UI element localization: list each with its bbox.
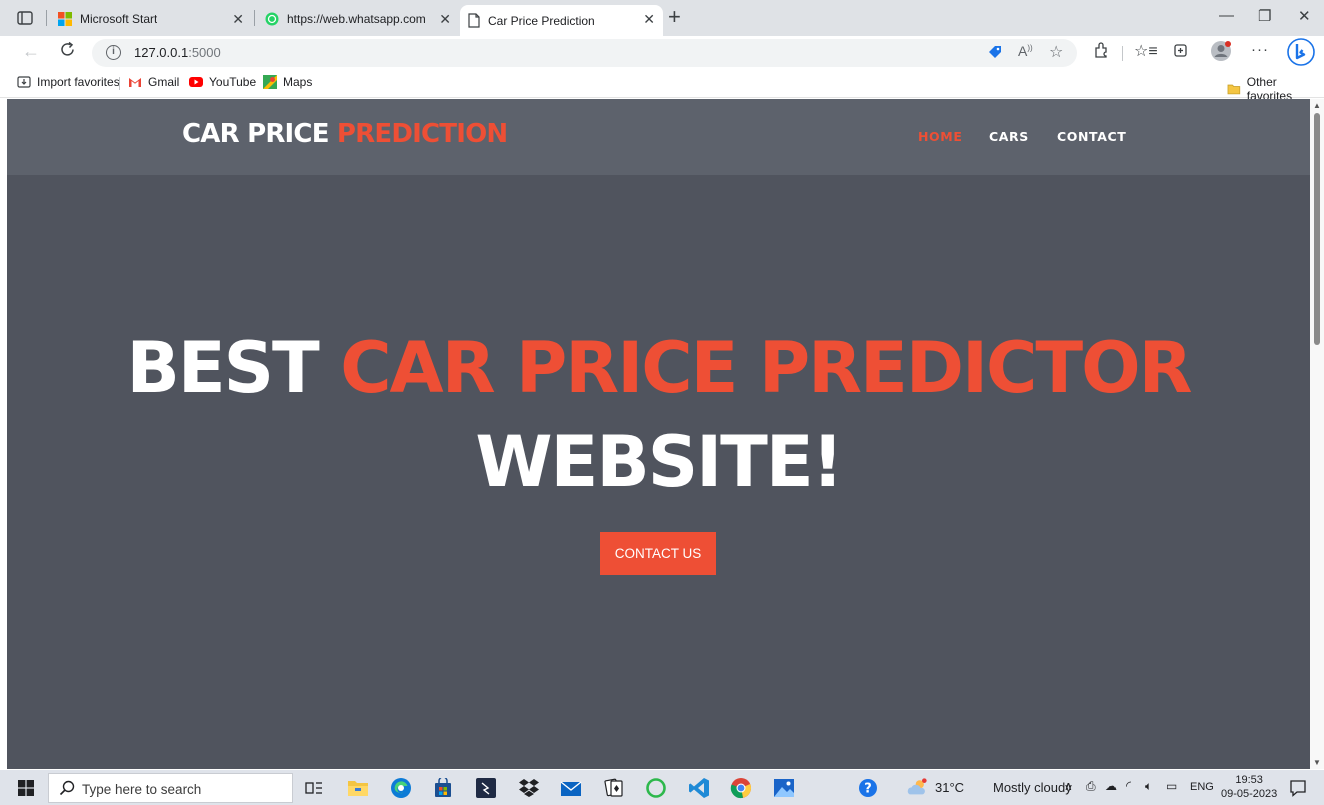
minimize-icon[interactable]: — <box>1219 7 1234 24</box>
tab-title: Microsoft Start <box>80 12 158 26</box>
hero-headline-line2: WEBSITE! <box>475 421 843 503</box>
gmail-icon <box>129 78 141 87</box>
import-icon <box>17 76 31 88</box>
refresh-icon[interactable] <box>59 41 76 63</box>
show-hidden-icons-chevron-icon[interactable]: ∧ <box>1064 779 1073 793</box>
restore-icon[interactable]: ❐ <box>1258 7 1271 25</box>
page-viewport: CAR PRICE PREDICTION HOME CARS CONTACT B… <box>7 99 1310 769</box>
microsoft-store-icon[interactable] <box>432 777 454 799</box>
tab-title: https://web.whatsapp.com <box>287 12 426 26</box>
coupon-tag-icon[interactable] <box>987 44 1003 64</box>
favorite-youtube[interactable]: YouTube <box>189 75 256 89</box>
battery-icon[interactable]: ▭ <box>1166 779 1177 793</box>
wifi-icon[interactable]: ◜ <box>1126 778 1131 794</box>
toolbar-separator <box>1122 46 1123 61</box>
help-icon[interactable]: ? <box>857 777 879 799</box>
tab-title: Car Price Prediction <box>488 13 595 28</box>
hero-headline: BEST CAR PRICE PREDICTOR <box>126 327 1192 409</box>
url-text[interactable]: 127.0.0.1:5000 <box>134 45 221 60</box>
photos-icon[interactable] <box>773 777 795 799</box>
edge-browser-icon[interactable] <box>390 777 412 799</box>
bing-chat-icon[interactable] <box>1287 38 1315 70</box>
close-icon[interactable]: ✕ <box>439 11 451 28</box>
scrollbar-thumb[interactable] <box>1314 113 1320 345</box>
favorites-separator <box>119 77 120 90</box>
meet-now-icon[interactable]: ⎙ <box>1086 779 1096 794</box>
more-options-icon[interactable]: ··· <box>1251 41 1269 58</box>
site-logo[interactable]: CAR PRICE PREDICTION <box>182 119 508 149</box>
favorite-star-icon[interactable]: ☆ <box>1049 42 1063 62</box>
input-language[interactable]: ENG <box>1190 781 1214 793</box>
folder-icon <box>1227 84 1241 95</box>
page-scrollbar[interactable]: ▲ ▼ <box>1310 99 1324 769</box>
contact-us-button[interactable]: CONTACT US <box>600 532 716 575</box>
scroll-down-arrow-icon[interactable]: ▼ <box>1313 758 1321 767</box>
favorites-bar: Import favorites Gmail YouTube Maps Othe… <box>0 69 1324 103</box>
page-icon <box>468 13 480 28</box>
close-icon[interactable]: ✕ <box>232 11 244 28</box>
taskbar-clock[interactable]: 19:53 09-05-2023 <box>1221 773 1277 801</box>
extensions-icon[interactable] <box>1093 42 1110 63</box>
browser-toolbar: ← i 127.0.0.1:5000 A)) ☆ ☆≡ ··· <box>0 36 1324 69</box>
taskbar-search-input[interactable]: Type here to search <box>48 773 293 803</box>
microsoft-start-icon <box>58 12 72 26</box>
close-icon[interactable]: ✕ <box>643 11 655 28</box>
solitaire-cards-icon[interactable] <box>603 777 625 799</box>
onedrive-sync-icon[interactable]: ☁ <box>1105 779 1117 793</box>
weather-temperature[interactable]: 31°C <box>935 780 964 795</box>
svg-text:?: ? <box>864 782 872 797</box>
weather-condition[interactable]: Mostly cloudy <box>993 780 1072 795</box>
notifications-icon[interactable] <box>1287 777 1309 799</box>
back-icon[interactable]: ← <box>22 41 40 62</box>
nav-home[interactable]: HOME <box>918 129 962 144</box>
chrome-icon[interactable] <box>730 777 752 799</box>
scroll-up-arrow-icon[interactable]: ▲ <box>1313 101 1321 110</box>
favorite-gmail[interactable]: Gmail <box>128 75 179 89</box>
task-view-icon[interactable] <box>303 777 325 799</box>
mail-icon[interactable] <box>560 777 582 799</box>
youtube-icon <box>189 77 203 87</box>
browser-tab-strip: Microsoft Start ✕ https://web.whatsapp.c… <box>0 0 1324 36</box>
tab-microsoft-start[interactable]: Microsoft Start ✕ <box>50 5 252 33</box>
tab-separator <box>46 10 47 26</box>
nav-cars[interactable]: CARS <box>989 129 1029 144</box>
windows-start-icon[interactable] <box>18 780 34 796</box>
favorites-list-icon[interactable]: ☆≡ <box>1134 41 1158 61</box>
address-bar[interactable]: i 127.0.0.1:5000 A)) ☆ <box>92 39 1077 67</box>
tab-separator <box>254 10 255 26</box>
vscode-icon[interactable] <box>688 777 710 799</box>
new-tab-icon[interactable]: + <box>668 6 681 28</box>
weather-cloudy-icon[interactable] <box>906 777 928 799</box>
nav-contact[interactable]: CONTACT <box>1057 129 1126 144</box>
site-info-icon[interactable]: i <box>106 45 121 60</box>
file-explorer-icon[interactable] <box>347 777 369 799</box>
tab-car-price-prediction[interactable]: Car Price Prediction ✕ <box>460 5 663 36</box>
tab-actions-icon[interactable] <box>14 8 36 28</box>
dropbox-icon[interactable] <box>518 777 540 799</box>
search-icon <box>59 780 75 796</box>
site-header: CAR PRICE PREDICTION HOME CARS CONTACT <box>7 99 1310 175</box>
window-close-icon[interactable]: ✕ <box>1298 7 1311 25</box>
green-ring-app-icon[interactable] <box>645 777 667 799</box>
read-aloud-icon[interactable]: A)) <box>1018 43 1033 59</box>
windows-taskbar: Type here to search ? 31°C Mostly cloudy… <box>0 770 1324 805</box>
collections-icon[interactable] <box>1172 42 1189 63</box>
whatsapp-icon <box>265 12 279 26</box>
tab-whatsapp[interactable]: https://web.whatsapp.com ✕ <box>257 5 459 33</box>
maps-icon <box>263 75 277 89</box>
volume-icon[interactable]: 🔈︎ <box>1145 779 1152 794</box>
profile-avatar-icon[interactable] <box>1210 40 1232 66</box>
favorite-maps[interactable]: Maps <box>263 75 312 89</box>
terminal-app-icon[interactable] <box>475 777 497 799</box>
favorite-import-favorites[interactable]: Import favorites <box>17 75 120 89</box>
